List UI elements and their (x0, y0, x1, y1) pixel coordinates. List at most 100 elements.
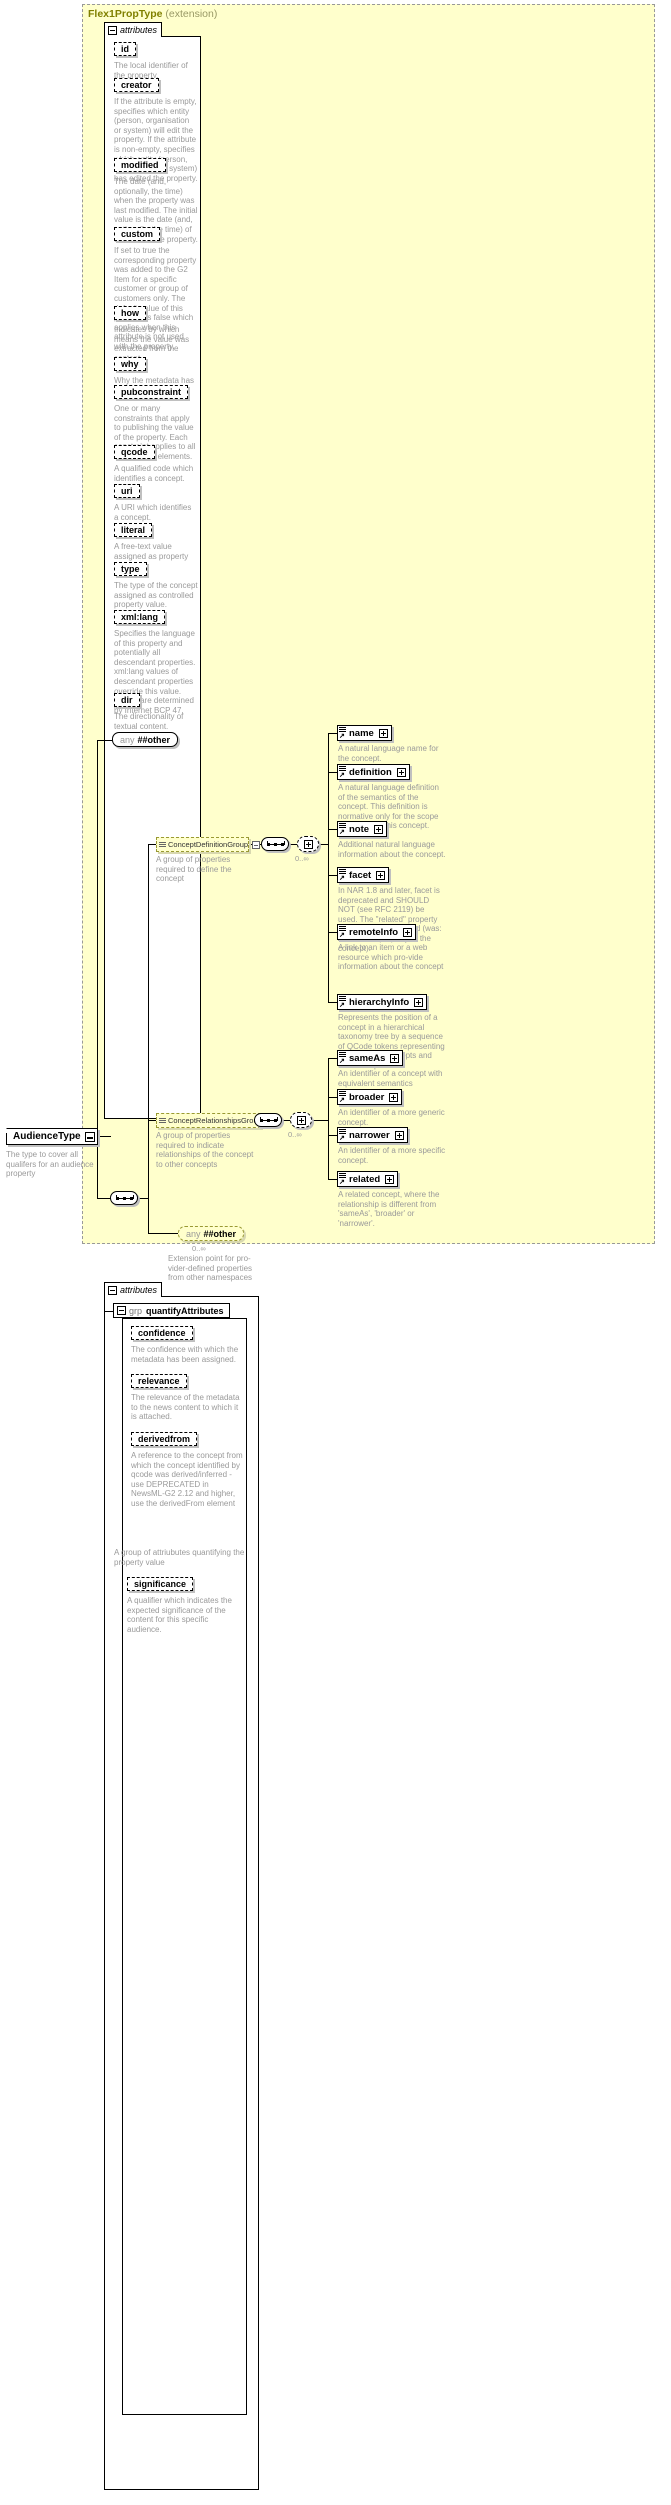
attribute-node-dir[interactable]: dir (114, 693, 140, 707)
expand-icon[interactable] (396, 767, 406, 777)
attributes-tab-label: attributes (120, 25, 158, 35)
expand-icon[interactable] (296, 1115, 306, 1125)
expand-icon[interactable] (303, 839, 313, 849)
attribute-node-xml-lang[interactable]: xml:lang (114, 610, 166, 624)
attribute-node-pubconstraint[interactable]: pubconstraint (114, 385, 188, 399)
connector (328, 932, 337, 933)
attribute-note-qcode: A qualified code which identifies a conc… (114, 464, 194, 483)
element-node-broader[interactable]: ↗ broader (337, 1089, 403, 1105)
attribute-label: relevance (138, 1376, 180, 1386)
root-type-node-audiencetype[interactable]: AudienceType (6, 1128, 98, 1145)
attribute-note-relevance: The relevance of the metadata to the new… (131, 1393, 240, 1422)
expand-icon[interactable] (403, 927, 413, 937)
connector (328, 733, 329, 1002)
any-keyword: any (186, 1228, 201, 1239)
attribute-node-uri[interactable]: uri (114, 484, 140, 498)
element-note-name: A natural language name for the concept. (338, 744, 439, 763)
attribute-node-confidence[interactable]: confidence (131, 1326, 193, 1340)
element-node-sameas[interactable]: ↗ sameAs (337, 1050, 404, 1066)
attribute-label: literal (121, 525, 146, 535)
element-node-narrower[interactable]: ↗ narrower (337, 1127, 408, 1143)
element-node-remoteinfo[interactable]: ↗ remoteInfo (337, 924, 417, 940)
connector (148, 1120, 156, 1121)
element-note-remoteinfo: A link to an item or a web resource whic… (338, 943, 444, 972)
sequence-dot (123, 1197, 126, 1200)
element-ref-icon: ↗ (339, 772, 345, 779)
element-label: definition (349, 766, 392, 778)
group-node-conceptrelationshipsgroup[interactable]: ConceptRelationshipsGroup (156, 1113, 274, 1128)
expand-icon[interactable] (252, 840, 261, 849)
sequence-dot (130, 1197, 133, 1200)
expand-icon[interactable] (376, 870, 386, 880)
attribute-node-literal[interactable]: literal (114, 523, 153, 537)
bottom-attributes-tab-label: attributes (120, 1285, 158, 1295)
attribute-node-type[interactable]: type (114, 562, 147, 576)
connector (148, 844, 149, 1233)
attribute-node-qcode[interactable]: qcode (114, 445, 155, 459)
connector (289, 844, 297, 845)
element-note-narrower: An identifier of a more specific concept… (338, 1146, 446, 1165)
element-note-sameas: An identifier of a concept with equivale… (338, 1069, 443, 1088)
element-icon (339, 1051, 346, 1057)
expand-icon[interactable] (390, 1053, 400, 1063)
collapse-icon[interactable] (108, 1285, 117, 1295)
sequence-symbol-conceptrelationships[interactable] (254, 1113, 282, 1127)
connector (282, 1120, 290, 1121)
attribute-note-significance: A qualifier which indicates the expected… (127, 1596, 232, 1634)
any-other-extension-node[interactable]: any ##other (178, 1226, 245, 1241)
attribute-note-confidence: The confidence with which the metadata h… (131, 1345, 239, 1364)
attribute-node-how[interactable]: how (114, 306, 146, 320)
element-note-related: A related concept, where the relationshi… (338, 1190, 440, 1228)
group-icon (159, 841, 166, 849)
expand-icon[interactable] (389, 1092, 399, 1102)
element-label: remoteInfo (349, 926, 399, 938)
connector (328, 1058, 337, 1059)
attribute-node-modified[interactable]: modified (114, 158, 166, 172)
element-ref-icon: ↗ (339, 932, 345, 939)
element-label: related (349, 1173, 381, 1185)
element-icon (339, 925, 346, 931)
element-node-related[interactable]: ↗ related (337, 1171, 399, 1187)
any-keyword: any (120, 734, 135, 745)
connector (97, 1136, 111, 1137)
collapse-icon[interactable] (84, 1131, 95, 1142)
group-node-conceptdefinitiongroup[interactable]: ConceptDefinitionGroup (156, 837, 261, 852)
attribute-node-significance[interactable]: significance (127, 1577, 194, 1591)
any-other-attribute-node[interactable]: any ##other (112, 732, 179, 747)
sequence-dot (116, 1197, 119, 1200)
attribute-node-derivedfrom[interactable]: derivedfrom (131, 1432, 198, 1446)
root-type-label: AudienceType (13, 1131, 81, 1142)
expand-icon[interactable] (378, 728, 388, 738)
occurrence-symbol-conceptrelationships[interactable] (290, 1112, 312, 1128)
sequence-dot (260, 1119, 263, 1122)
attribute-group-note-quantifyattributes: A group of attriubutes quantifying the p… (114, 1548, 245, 1567)
collapse-icon[interactable] (108, 25, 117, 35)
bottom-attributes-tab[interactable]: attributes (104, 1282, 163, 1297)
attribute-note-dir: The directionality of textual content. (114, 712, 184, 731)
connector (104, 1311, 113, 1312)
element-node-definition[interactable]: ↗ definition (337, 764, 410, 780)
sequence-symbol-main[interactable] (110, 1191, 138, 1205)
sequence-symbol-conceptdefinition[interactable] (261, 837, 289, 851)
expand-icon[interactable] (385, 1174, 395, 1184)
expand-icon[interactable] (414, 997, 424, 1007)
attribute-node-custom[interactable]: custom (114, 227, 161, 241)
attribute-node-creator[interactable]: creator (114, 78, 159, 92)
expand-icon[interactable] (374, 824, 384, 834)
extension-type-suffix: (extension) (165, 8, 218, 20)
attribute-node-why[interactable]: why (114, 357, 146, 371)
expand-icon[interactable] (394, 1130, 404, 1140)
element-node-note[interactable]: ↗ note (337, 821, 388, 837)
element-node-facet[interactable]: ↗ facet (337, 867, 390, 883)
attributes-tab[interactable]: attributes (104, 22, 163, 37)
group-note-conceptrelationshipsgroup: A group of properties required to indica… (156, 1131, 254, 1169)
attribute-node-relevance[interactable]: relevance (131, 1374, 187, 1388)
attribute-group-header-quantifyattributes[interactable]: grp quantifyAttributes (113, 1303, 230, 1318)
occurrence-symbol-conceptdefinition[interactable] (297, 836, 319, 852)
collapse-icon[interactable] (117, 1306, 126, 1315)
element-node-hierarchyinfo[interactable]: ↗ hierarchyInfo (337, 994, 428, 1010)
element-ref-icon: ↗ (339, 1097, 345, 1104)
attribute-node-id[interactable]: id (114, 42, 136, 56)
connector (97, 1198, 111, 1199)
element-node-name[interactable]: ↗ name (337, 725, 392, 741)
